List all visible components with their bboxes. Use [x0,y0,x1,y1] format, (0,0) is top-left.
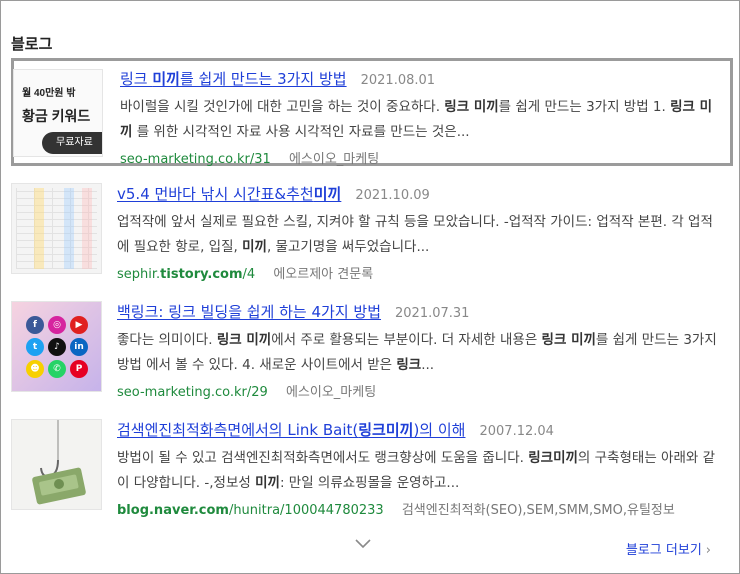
chevron-down-icon[interactable] [354,537,372,551]
title-highlight: 미끼 [152,70,180,88]
result-url[interactable]: seo-marketing.co.kr/31 [120,152,271,167]
result-content: 링크 미끼를 쉽게 만드는 3가지 방법 2021.08.01 바이럴을 시킬 … [120,68,722,167]
result-description: 방법이 될 수 있고 검색엔진최적화측면에서도 랭크향상에 도움을 줍니다. 링… [117,450,715,491]
title-part: 검색엔진최적화측면에서의 Link Bait( [117,421,359,439]
whatsapp-icon: ✆ [48,360,66,378]
result-date: 2007.12.04 [479,424,554,439]
pinterest-icon: P [70,360,88,378]
result-date: 2021.08.01 [360,73,436,88]
instagram-icon: ◎ [48,316,66,334]
result-item: 월 40만원 밖 황금 키워드 무료자료 링크 미끼를 쉽게 만드는 3가지 방… [11,58,733,167]
more-blog-label: 블로그 더보기 [625,543,702,558]
thumb-text-1: 월 40만원 밖 [22,88,76,99]
title-highlight: 미끼 [313,185,342,203]
tiktok-icon: ♪ [48,338,66,356]
more-row: 블로그 더보기 › [1,533,740,563]
result-item: 검색엔진최적화측면에서의 Link Bait(링크미끼)의 이해 2007.12… [11,415,733,518]
result-description: 바이럴을 시킬 것인가에 대한 고민을 하는 것이 중요하다. 링크 미끼를 쉽… [120,99,713,140]
result-item: v5.4 먼바다 낚시 시간표&추천미끼 2021.10.09 업적작에 앞서 … [11,179,733,282]
result-date: 2021.10.09 [355,188,430,203]
title-part: 백링크: 링크 빌딩을 쉽게 하는 4가지 방법 [117,303,382,321]
result-description: 좋다는 의미이다. 링크 미끼에서 주로 활용되는 부분이다. 더 자세한 내용… [117,332,717,373]
snapchat-icon: ☻ [26,360,44,378]
youtube-icon: ▶ [70,316,88,334]
search-results-panel: 블로그 월 40만원 밖 황금 키워드 무료자료 링크 미끼를 쉽게 만드는 3… [0,0,740,574]
result-url[interactable]: blog.naver.com/hunitra/100044780233 [117,503,384,518]
result-url[interactable]: sephir.tistory.com/4 [117,267,255,282]
more-blog-link[interactable]: 블로그 더보기 › [626,539,711,558]
result-thumbnail[interactable]: f ◎ ▶ t ♪ in ☻ ✆ P [11,301,102,392]
result-item: f ◎ ▶ t ♪ in ☻ ✆ P 백링크: 링크 빌딩을 쉽게 하는 4가지… [11,297,733,400]
result-source[interactable]: 검색엔진최적화(SEO),SEM,SMM,SMO,유틸정보 [402,503,675,518]
result-content: v5.4 먼바다 낚시 시간표&추천미끼 2021.10.09 업적작에 앞서 … [117,183,725,282]
result-title-link[interactable]: 백링크: 링크 빌딩을 쉽게 하는 4가지 방법 [117,301,381,322]
title-part: 를 쉽게 만드는 3가지 방법 [179,70,347,88]
chevron-right-icon: › [705,543,711,558]
result-url[interactable]: seo-marketing.co.kr/29 [117,385,268,400]
result-thumbnail[interactable] [11,419,102,510]
facebook-icon: f [26,316,44,334]
thumb-pill: 무료자료 [42,132,102,154]
result-title-link[interactable]: 링크 미끼를 쉽게 만드는 3가지 방법 [120,68,347,89]
title-part: v5.4 먼바다 낚시 시간표&추천 [117,185,314,203]
linkedin-icon: in [70,338,88,356]
result-title-link[interactable]: 검색엔진최적화측면에서의 Link Bait(링크미끼)의 이해 [117,419,465,440]
result-source[interactable]: 에스이오_마케팅 [289,152,379,167]
result-thumbnail[interactable]: 월 40만원 밖 황금 키워드 무료자료 [13,69,103,157]
twitter-icon: t [26,338,44,356]
thumb-text-2: 황금 키워드 [22,108,91,124]
result-source[interactable]: 에스이오_마케팅 [286,385,376,400]
result-description: 업적작에 앞서 실제로 필요한 스킬, 지켜야 할 규칙 등을 모았습니다. -… [117,214,713,255]
title-part: )의 이해 [413,421,466,439]
result-source[interactable]: 에오르제아 견문록 [273,267,373,282]
result-thumbnail[interactable] [11,183,102,274]
section-title: 블로그 [11,35,53,53]
title-part: 링크 [120,70,153,88]
result-title-link[interactable]: v5.4 먼바다 낚시 시간표&추천미끼 [117,183,341,204]
fishing-hook-icon [32,420,86,505]
result-content: 백링크: 링크 빌딩을 쉽게 하는 4가지 방법 2021.07.31 좋다는 … [117,301,725,400]
result-date: 2021.07.31 [395,306,470,321]
title-highlight: 링크미끼 [358,421,414,439]
result-content: 검색엔진최적화측면에서의 Link Bait(링크미끼)의 이해 2007.12… [117,419,725,518]
